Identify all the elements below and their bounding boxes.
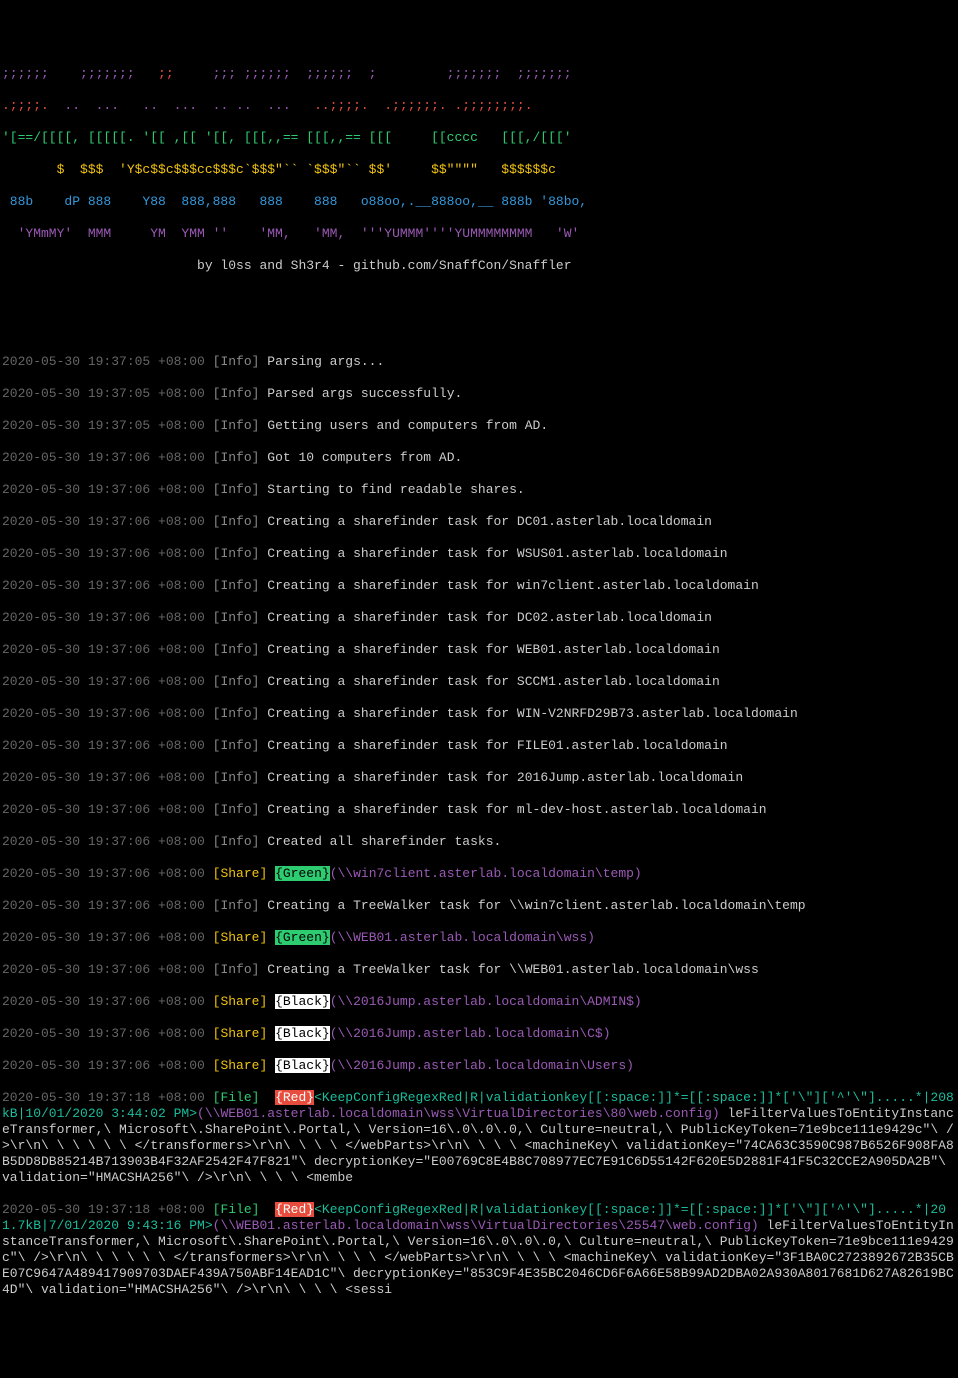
rating-green: {Green}	[275, 866, 330, 881]
log-line: 2020-05-30 19:37:06 +08:00 [Info] Creati…	[2, 578, 956, 594]
log-line: 2020-05-30 19:37:06 +08:00 [Info] Creati…	[2, 546, 956, 562]
file-regex: <KeepConfigRegexRed|R|validationkey[[:sp…	[314, 1090, 930, 1105]
log-line: 2020-05-30 19:37:06 +08:00 [Info] Creati…	[2, 738, 956, 754]
log-share: 2020-05-30 19:37:06 +08:00 [Share] {Gree…	[2, 866, 956, 882]
banner-byline: by l0ss and Sh3r4 - github.com/SnaffCon/…	[2, 258, 956, 274]
blank	[2, 322, 956, 338]
banner-l4: $ $$$ 'Y$c$$c$$$cc$$$c`$$$"`` `$$$"`` $$…	[2, 162, 956, 178]
file-regex: <KeepConfigRegexRed|R|validationkey[[:sp…	[314, 1202, 930, 1217]
file-path: (\\WEB01.asterlab.localdomain\wss\Virtua…	[213, 1218, 759, 1233]
share-path: (\\WEB01.asterlab.localdomain\wss)	[330, 930, 595, 945]
banner-l1: ;;;;;; ;;;;;;; ;; ;;; ;;;;;; ;;;;;; ; ;;…	[2, 66, 956, 82]
rating-black: {Black}	[275, 1058, 330, 1073]
log-line: 2020-05-30 19:37:06 +08:00 [Info] Creati…	[2, 674, 956, 690]
log-line: 2020-05-30 19:37:06 +08:00 [Info] Creati…	[2, 962, 956, 978]
banner-l2: .;;;;. .. ... .. ... .. .. ... ..;;;;. .…	[2, 98, 956, 114]
share-path: (\\win7client.asterlab.localdomain\temp)	[330, 866, 642, 881]
log-line: 2020-05-30 19:37:05 +08:00 [Info] Parsed…	[2, 386, 956, 402]
log-line: 2020-05-30 19:37:06 +08:00 [Info] Creati…	[2, 514, 956, 530]
banner-l6: 'YMmMY' MMM YM YMM '' 'MM, 'MM, '''YUMMM…	[2, 226, 956, 242]
log-share: 2020-05-30 19:37:06 +08:00 [Share] {Blac…	[2, 1026, 956, 1042]
log-line: 2020-05-30 19:37:06 +08:00 [Info] Starti…	[2, 482, 956, 498]
file-path: (\\WEB01.asterlab.localdomain\wss\Virtua…	[197, 1106, 720, 1121]
log-line: 2020-05-30 19:37:06 +08:00 [Info] Creati…	[2, 610, 956, 626]
banner-l5: 88b dP 888 Y88 888,888 888 888 o88oo,.__…	[2, 194, 956, 210]
log-line: 2020-05-30 19:37:06 +08:00 [Info] Creati…	[2, 898, 956, 914]
share-path: (\\2016Jump.asterlab.localdomain\C$)	[330, 1026, 611, 1041]
log-file: 2020-05-30 19:37:18 +08:00 [File] {Red}<…	[2, 1202, 956, 1298]
share-path: (\\2016Jump.asterlab.localdomain\ADMIN$)	[330, 994, 642, 1009]
log-line: 2020-05-30 19:37:06 +08:00 [Info] Creati…	[2, 706, 956, 722]
rating-green: {Green}	[275, 930, 330, 945]
log-line: 2020-05-30 19:37:05 +08:00 [Info] Parsin…	[2, 354, 956, 370]
banner-l3: '[==/[[[[, [[[[[. '[[ ,[[ '[[, [[[,,== […	[2, 130, 956, 146]
log-share: 2020-05-30 19:37:06 +08:00 [Share] {Blac…	[2, 994, 956, 1010]
log-line: 2020-05-30 19:37:06 +08:00 [Info] Creati…	[2, 642, 956, 658]
log-line: 2020-05-30 19:37:05 +08:00 [Info] Gettin…	[2, 418, 956, 434]
blank	[2, 290, 956, 306]
log-line: 2020-05-30 19:37:06 +08:00 [Info] Creati…	[2, 802, 956, 818]
log-line: 2020-05-30 19:37:06 +08:00 [Info] Got 10…	[2, 450, 956, 466]
share-path: (\\2016Jump.asterlab.localdomain\Users)	[330, 1058, 634, 1073]
rating-black: {Black}	[275, 1026, 330, 1041]
rating-black: {Black}	[275, 994, 330, 1009]
log-file: 2020-05-30 19:37:18 +08:00 [File] {Red}<…	[2, 1090, 956, 1186]
log-share: 2020-05-30 19:37:06 +08:00 [Share] {Blac…	[2, 1058, 956, 1074]
log-line: 2020-05-30 19:37:06 +08:00 [Info] Creati…	[2, 770, 956, 786]
rating-red: {Red}	[275, 1090, 314, 1105]
rating-red: {Red}	[275, 1202, 314, 1217]
log-line: 2020-05-30 19:37:06 +08:00 [Info] Create…	[2, 834, 956, 850]
log-share: 2020-05-30 19:37:06 +08:00 [Share] {Gree…	[2, 930, 956, 946]
